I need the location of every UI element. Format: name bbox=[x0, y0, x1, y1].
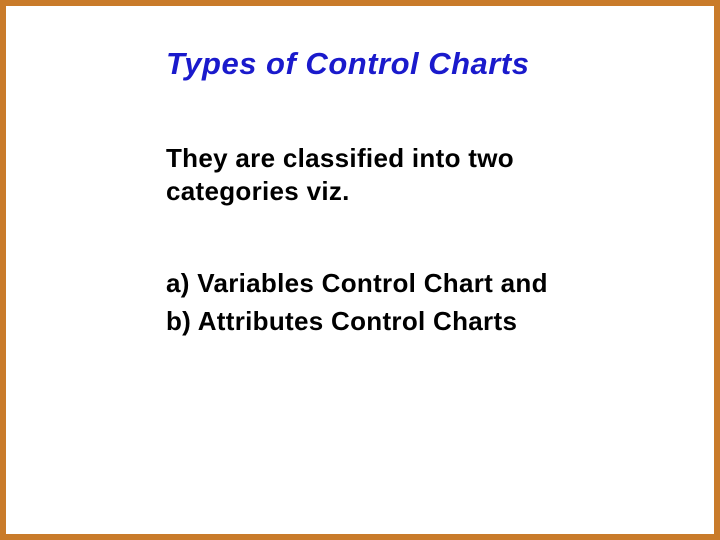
list-item: b) Attributes Control Charts bbox=[166, 303, 646, 341]
list-item: a) Variables Control Chart and bbox=[166, 265, 646, 303]
slide-frame: Types of Control Charts They are classif… bbox=[0, 0, 720, 540]
slide-title: Types of Control Charts bbox=[166, 46, 646, 82]
slide-intro: They are classified into two categories … bbox=[166, 142, 646, 207]
slide-content: Types of Control Charts They are classif… bbox=[166, 46, 646, 340]
